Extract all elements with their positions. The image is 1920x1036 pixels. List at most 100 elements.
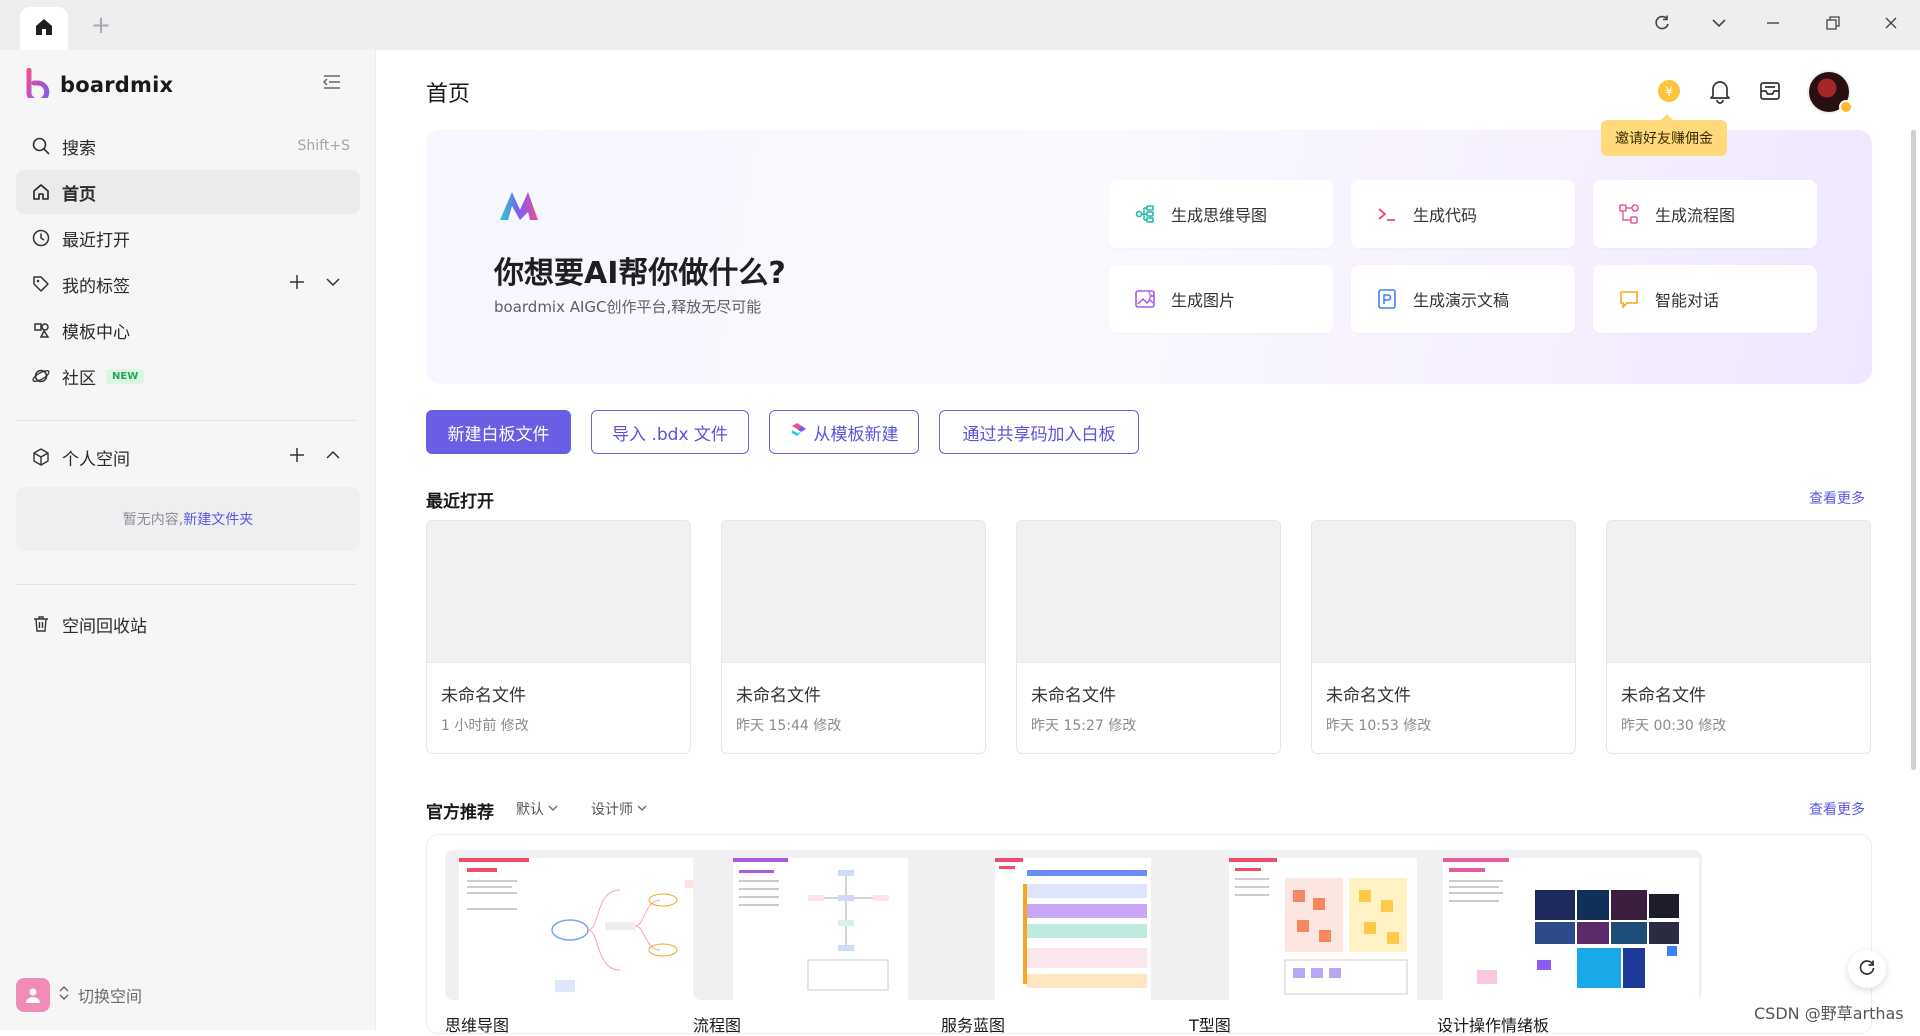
collapse-icon xyxy=(320,75,344,98)
file-card[interactable]: 未命名文件 昨天 15:44 修改 xyxy=(721,520,986,754)
sidebar: boardmix 搜索 Shift+S 首页 最近打开 我的标签 模板中心 社区… xyxy=(0,50,376,1030)
sidebar-divider xyxy=(16,420,356,421)
sidebar-item-label: 我的标签 xyxy=(62,276,130,297)
file-thumbnail xyxy=(427,521,690,663)
planet-icon xyxy=(30,365,52,387)
file-card[interactable]: 未命名文件 1 小时前 修改 xyxy=(426,520,691,754)
coin-button[interactable]: ¥ xyxy=(1656,78,1682,118)
file-name: 未命名文件 xyxy=(736,686,821,706)
search-item[interactable]: 搜索 Shift+S xyxy=(16,124,360,168)
code-icon xyxy=(1375,202,1399,226)
template-card[interactable] xyxy=(1189,850,1454,1000)
user-avatar[interactable] xyxy=(1807,70,1853,114)
ai-card-label: 生成演示文稿 xyxy=(1413,291,1510,310)
feedback-button[interactable] xyxy=(1848,950,1886,988)
search-label: 搜索 xyxy=(62,138,96,159)
ai-subtitle: boardmix AIGC创作平台,释放无尽可能 xyxy=(494,298,762,316)
space-avatar xyxy=(16,978,50,1012)
sidebar-item-home[interactable]: 首页 xyxy=(16,170,360,214)
add-tag-button[interactable] xyxy=(288,273,306,296)
file-card[interactable]: 未命名文件 昨天 10:53 修改 xyxy=(1311,520,1576,754)
new-folder-link[interactable]: 新建文件夹 xyxy=(183,509,253,529)
watermark: CSDN @野草arthas xyxy=(1754,1004,1904,1023)
new-tab-button[interactable]: + xyxy=(88,12,114,38)
collapse-sidebar-button[interactable] xyxy=(320,70,346,96)
refresh-button[interactable] xyxy=(1650,13,1674,37)
switch-space-label: 切换空间 xyxy=(78,987,143,1006)
file-card[interactable]: 未命名文件 昨天 15:27 修改 xyxy=(1016,520,1281,754)
blueprint-thumbnail xyxy=(995,858,1151,1000)
app-logo[interactable]: boardmix xyxy=(26,67,173,104)
tags-controls xyxy=(288,273,342,296)
sort-filter-label: 默认 xyxy=(516,802,544,818)
new-board-button[interactable]: 新建白板文件 xyxy=(426,410,571,454)
chat-icon xyxy=(1617,287,1641,311)
import-bdx-button[interactable]: 导入 .bdx 文件 xyxy=(591,410,749,454)
invite-tooltip[interactable]: 邀请好友赚佣金 xyxy=(1601,114,1727,156)
from-template-button[interactable]: 从模板新建 xyxy=(769,410,919,454)
ai-card-label: 生成图片 xyxy=(1171,291,1236,310)
ai-card-mindmap[interactable]: 生成思维导图 xyxy=(1109,180,1333,248)
file-time: 昨天 15:27 修改 xyxy=(1031,718,1137,734)
boardmix-logo-icon xyxy=(26,67,50,104)
template-card[interactable] xyxy=(693,850,958,1000)
template-name: T型图 xyxy=(1189,1016,1231,1035)
sidebar-item-trash[interactable]: 空间回收站 xyxy=(16,602,360,646)
official-section-title: 官方推荐 xyxy=(426,803,494,823)
file-thumbnail xyxy=(1312,521,1575,663)
add-folder-button[interactable] xyxy=(288,446,306,469)
home-tab[interactable] xyxy=(20,7,68,50)
sidebar-item-templates[interactable]: 模板中心 xyxy=(16,308,360,352)
sidebar-item-tags[interactable]: 我的标签 xyxy=(16,262,360,306)
search-shortcut: Shift+S xyxy=(297,138,350,154)
main-scrollbar[interactable] xyxy=(1911,130,1916,770)
page-title: 首页 xyxy=(426,82,471,107)
sidebar-item-recent[interactable]: 最近打开 xyxy=(16,216,360,260)
search-icon xyxy=(30,135,52,157)
ai-card-flowchart[interactable]: 生成流程图 xyxy=(1593,180,1817,248)
inbox-button[interactable] xyxy=(1757,78,1783,118)
file-card[interactable]: 未命名文件 昨天 00:30 修改 xyxy=(1606,520,1871,754)
restore-icon xyxy=(1825,15,1841,35)
official-see-more-link[interactable]: 查看更多 xyxy=(1809,799,1865,819)
image-icon xyxy=(1133,287,1157,311)
template-icon xyxy=(30,319,52,341)
sidebar-item-community[interactable]: 社区 NEW xyxy=(16,354,360,398)
switch-space-button[interactable]: 切换空间 xyxy=(16,978,142,1012)
role-filter[interactable]: 设计师 xyxy=(591,799,647,819)
svg-text:¥: ¥ xyxy=(1665,85,1673,100)
template-card[interactable] xyxy=(445,850,710,1000)
ai-card-chat[interactable]: 智能对话 xyxy=(1593,265,1817,333)
minimize-button[interactable] xyxy=(1761,13,1785,37)
personal-space-header[interactable]: 个人空间 xyxy=(16,435,360,479)
file-name: 未命名文件 xyxy=(1621,686,1706,706)
tchart-thumbnail xyxy=(1229,858,1417,1000)
ai-card-presentation[interactable]: 生成演示文稿 xyxy=(1351,265,1575,333)
cube-icon xyxy=(30,446,52,468)
ai-card-image[interactable]: 生成图片 xyxy=(1109,265,1333,333)
restore-button[interactable] xyxy=(1821,13,1845,37)
template-card[interactable] xyxy=(1437,850,1702,1000)
file-name: 未命名文件 xyxy=(1031,686,1116,706)
template-name: 思维导图 xyxy=(445,1016,510,1035)
template-name: 流程图 xyxy=(693,1016,742,1035)
template-name: 服务蓝图 xyxy=(941,1016,1006,1035)
ai-card-code[interactable]: 生成代码 xyxy=(1351,180,1575,248)
file-time: 昨天 15:44 修改 xyxy=(736,718,842,734)
file-thumbnail xyxy=(1607,521,1870,663)
expand-tags-button[interactable] xyxy=(324,273,342,296)
recent-see-more-link[interactable]: 查看更多 xyxy=(1809,488,1865,508)
close-icon xyxy=(1883,15,1899,35)
close-button[interactable] xyxy=(1879,13,1903,37)
dropdown-button[interactable] xyxy=(1707,13,1731,37)
notification-button[interactable] xyxy=(1707,78,1733,118)
template-name: 设计操作情绪板 xyxy=(1437,1016,1550,1035)
role-filter-label: 设计师 xyxy=(591,802,633,818)
collapse-space-button[interactable] xyxy=(324,446,342,469)
empty-text: 暂无内容, xyxy=(122,512,184,528)
join-by-code-button[interactable]: 通过共享码加入白板 xyxy=(939,410,1139,454)
sort-filter[interactable]: 默认 xyxy=(516,799,558,819)
template-color-icon xyxy=(790,422,808,443)
minimize-icon xyxy=(1765,15,1781,35)
template-card[interactable] xyxy=(941,850,1206,1000)
